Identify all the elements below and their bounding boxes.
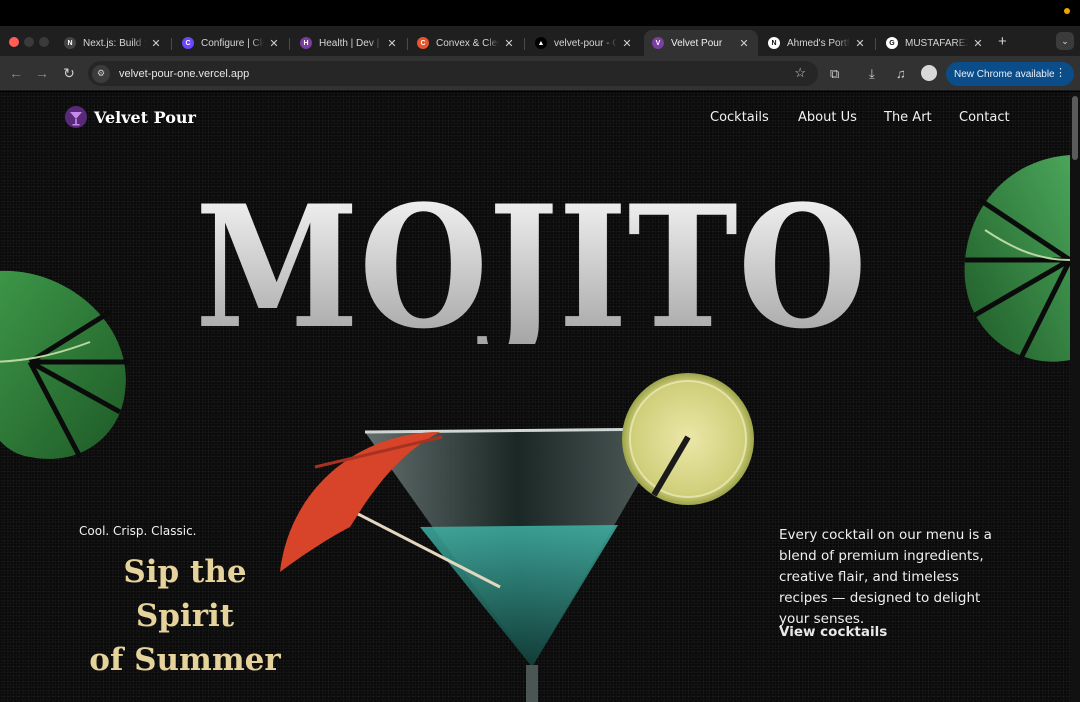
download-icon[interactable]: ⤓ bbox=[869, 66, 875, 82]
tab-search-button[interactable]: ⌄ bbox=[1056, 32, 1074, 50]
recording-indicator-icon bbox=[1064, 8, 1070, 14]
tab-6[interactable]: V Velvet Pour ✕ bbox=[644, 30, 758, 56]
hero-title: MOJITO bbox=[195, 184, 867, 344]
tab-2[interactable]: C Configure | Clerk ✕ bbox=[174, 30, 288, 56]
tab-favicon-icon: N bbox=[768, 37, 780, 49]
hero-headline-line-1: Sip the Spirit bbox=[123, 554, 247, 634]
hero-description: Every cocktail on our menu is a blend of… bbox=[779, 527, 992, 627]
tab-close-icon[interactable]: ✕ bbox=[386, 37, 398, 50]
tab-title: MUSTAFAREZA bbox=[905, 37, 968, 49]
back-arrow-icon[interactable]: ← bbox=[8, 65, 24, 81]
nav-contact[interactable]: Contact bbox=[959, 110, 1010, 125]
extensions-icon[interactable]: ⧉ bbox=[830, 66, 839, 82]
tab-favicon-icon: H bbox=[300, 37, 312, 49]
tab-separator bbox=[171, 38, 172, 50]
page-scrollbar[interactable] bbox=[1070, 92, 1080, 702]
tab-title: velvet-pour - O bbox=[554, 37, 617, 49]
forward-arrow-icon[interactable]: → bbox=[34, 65, 50, 81]
new-tab-button[interactable]: + bbox=[998, 33, 1007, 50]
brand-name: Velvet Pour bbox=[94, 107, 196, 127]
address-bar[interactable]: ⚙ velvet-pour-one.vercel.app ☆ bbox=[88, 61, 818, 86]
menu-dots-icon[interactable]: ⋮ bbox=[1055, 66, 1066, 79]
system-top-strip bbox=[0, 0, 1080, 26]
nav-the-art[interactable]: The Art bbox=[884, 110, 932, 125]
brand-logo[interactable]: Velvet Pour bbox=[64, 105, 196, 129]
tab-1[interactable]: N Next.js: Build your ✕ bbox=[56, 30, 170, 56]
scrollbar-thumb[interactable] bbox=[1072, 96, 1078, 160]
tab-favicon-icon: N bbox=[64, 37, 76, 49]
tab-8[interactable]: G MUSTAFAREZA ✕ bbox=[878, 30, 992, 56]
tab-favicon-icon: C bbox=[182, 37, 194, 49]
tab-3[interactable]: H Health | Dev | e ✕ bbox=[292, 30, 406, 56]
view-cocktails-link[interactable]: View cocktails bbox=[779, 624, 887, 640]
update-chrome-label: New Chrome available bbox=[954, 68, 1055, 80]
window-minimize-button[interactable] bbox=[24, 37, 34, 47]
nav-about-us[interactable]: About Us bbox=[798, 110, 857, 125]
star-icon[interactable]: ☆ bbox=[794, 65, 806, 81]
profile-avatar[interactable] bbox=[921, 65, 937, 81]
tab-close-icon[interactable]: ✕ bbox=[972, 37, 984, 50]
tab-close-icon[interactable]: ✕ bbox=[738, 37, 750, 50]
tab-title: Next.js: Build your bbox=[83, 37, 146, 49]
tab-strip: N Next.js: Build your ✕ C Configure | Clerk ✕… bbox=[0, 26, 1080, 56]
tab-7[interactable]: N Ahmed's Portfolio ✕ bbox=[760, 30, 874, 56]
tab-close-icon[interactable]: ✕ bbox=[503, 37, 515, 50]
media-icon[interactable]: ♫ bbox=[896, 66, 906, 81]
tab-title: Health | Dev | e bbox=[319, 37, 382, 49]
tab-separator bbox=[524, 38, 525, 50]
tab-title: Velvet Pour bbox=[671, 37, 723, 49]
tab-title: Configure | Clerk bbox=[201, 37, 264, 49]
tab-close-icon[interactable]: ✕ bbox=[268, 37, 280, 50]
update-chrome-button[interactable]: New Chrome available ⋮ bbox=[946, 62, 1074, 86]
right-monstera-leaf-icon bbox=[964, 155, 1070, 362]
browser-toolbar: ← → ↻ ⚙ velvet-pour-one.vercel.app ☆ ⧉ ⤓… bbox=[0, 56, 1080, 91]
hero-title-text: MOJITO bbox=[195, 184, 867, 344]
nav-cocktails[interactable]: Cocktails bbox=[710, 110, 769, 125]
url-text: velvet-pour-one.vercel.app bbox=[119, 67, 250, 80]
hero-headline: Sip the Spirit of Summer bbox=[70, 550, 300, 682]
tab-4[interactable]: C Convex & Clerk ✕ bbox=[409, 30, 523, 56]
window-maximize-button[interactable] bbox=[39, 37, 49, 47]
tab-close-icon[interactable]: ✕ bbox=[621, 37, 633, 50]
window-close-button[interactable] bbox=[9, 37, 19, 47]
tab-title: Ahmed's Portfolio bbox=[787, 37, 850, 49]
tab-favicon-icon: C bbox=[417, 37, 429, 49]
tab-separator bbox=[289, 38, 290, 50]
tab-separator bbox=[407, 38, 408, 50]
tab-title: Convex & Clerk bbox=[436, 37, 499, 49]
hero-headline-line-2: of Summer bbox=[89, 642, 281, 678]
left-monstera-leaf-icon bbox=[0, 270, 130, 459]
tab-5[interactable]: ▲ velvet-pour - O ✕ bbox=[527, 30, 641, 56]
tab-favicon-icon: G bbox=[886, 37, 898, 49]
tab-close-icon[interactable]: ✕ bbox=[854, 37, 866, 50]
reload-icon[interactable]: ↻ bbox=[61, 65, 77, 82]
tab-favicon-icon: ▲ bbox=[535, 37, 547, 49]
cocktail-glass-illustration bbox=[280, 373, 754, 702]
site-settings-icon[interactable]: ⚙ bbox=[92, 64, 110, 83]
cocktail-logo-icon bbox=[65, 106, 87, 128]
tab-separator bbox=[875, 38, 876, 50]
tab-close-icon[interactable]: ✕ bbox=[150, 37, 162, 50]
hero-tagline: Cool. Crisp. Classic. bbox=[79, 524, 197, 538]
web-page: Velvet Pour Cocktails About Us The Art C… bbox=[0, 92, 1070, 702]
tab-favicon-icon: V bbox=[652, 37, 664, 49]
